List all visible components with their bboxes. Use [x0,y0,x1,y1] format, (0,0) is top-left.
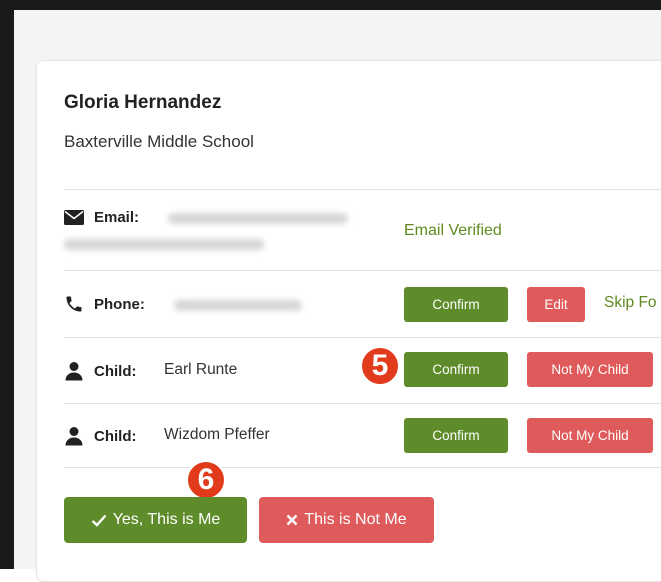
person-icon [65,427,83,446]
phone-skip-link[interactable]: Skip Fo [604,294,657,312]
step-6-callout: 6 [186,460,226,500]
child-name: Earl Runte [164,361,238,378]
child-label: Child: [94,362,137,380]
email-value-redacted-line2 [64,239,264,250]
email-label-group: Email: [64,209,139,226]
phone-label-group: Phone: [64,294,145,314]
yes-label: Yes, This is Me [112,511,221,528]
child-label-group: Child: [64,426,137,446]
email-verified-status: Email Verified [404,222,502,239]
not-my-child-button[interactable]: Not My Child [527,352,653,387]
check-icon [91,514,107,527]
child-label-group: Child: [64,361,137,381]
envelope-icon [64,210,84,225]
child-label: Child: [94,427,137,445]
x-icon [287,514,298,526]
child-confirm-button[interactable]: Confirm [404,418,508,453]
divider [64,270,661,271]
phone-edit-button[interactable]: Edit [527,287,585,322]
phone-icon [66,296,82,312]
email-value-redacted [168,213,348,224]
email-label: Email: [94,209,140,226]
no-label: This is Not Me [304,511,407,528]
step-5-callout: 5 [360,346,400,386]
phone-value-redacted [174,300,302,311]
yes-this-is-me-button[interactable]: Yes, This is Me [64,497,247,543]
parent-name: Gloria Hernandez [64,92,222,113]
school-name: Baxterville Middle School [64,132,254,151]
this-is-not-me-button[interactable]: This is Not Me [259,497,434,543]
divider [64,403,661,404]
person-icon [65,362,83,381]
divider [64,467,661,468]
divider [64,189,661,190]
divider [64,337,661,338]
child-name: Wizdom Pfeffer [164,426,270,443]
phone-label: Phone: [94,295,145,313]
not-my-child-button[interactable]: Not My Child [527,418,653,453]
child-confirm-button[interactable]: Confirm [404,352,508,387]
phone-confirm-button[interactable]: Confirm [404,287,508,322]
